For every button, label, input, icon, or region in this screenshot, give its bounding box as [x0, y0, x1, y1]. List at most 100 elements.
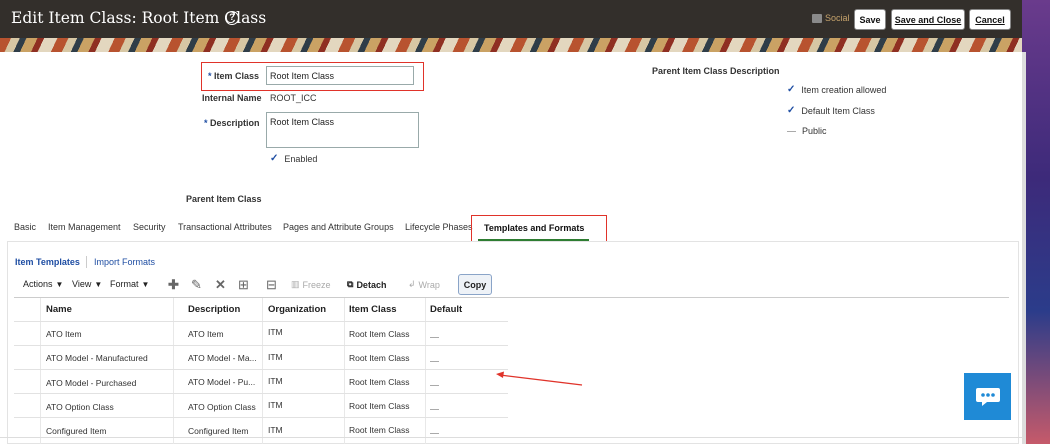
enabled-label: Enabled [284, 153, 318, 164]
table-cell-item-class: Root Item Class [349, 329, 410, 339]
description-label: * Description [204, 118, 260, 128]
table-cell-organization: ITM [268, 352, 283, 362]
table-cell-description: ATO Option Class [188, 402, 256, 412]
save-button[interactable]: Save [854, 9, 886, 30]
default-item-class-option: ✓ Default Item Class [787, 105, 875, 116]
column-header-item-class[interactable]: Item Class [349, 304, 397, 315]
row-divider [14, 345, 508, 346]
column-header-name[interactable]: Name [46, 304, 72, 315]
wrap-icon: ↲ [408, 279, 416, 289]
item-creation-allowed-option: ✓ Item creation allowed [787, 84, 886, 95]
save-and-close-label: Save and Close [894, 14, 962, 25]
query-icon[interactable]: ⊞ [238, 277, 249, 293]
table-cell-organization: ITM [268, 376, 283, 386]
column-divider [425, 298, 426, 444]
public-option: Public [787, 126, 827, 136]
table-cell-default [430, 380, 439, 390]
tab-pages-and-attribute-groups[interactable]: Pages and Attribute Groups [283, 222, 394, 232]
social-icon [812, 13, 822, 23]
detach-button[interactable]: ⧉ Detach [347, 279, 386, 290]
column-divider [40, 298, 41, 444]
dash-icon [430, 337, 439, 339]
annotation-arrow-icon [496, 371, 583, 386]
table-cell-name[interactable]: Configured Item [46, 426, 106, 436]
help-icon[interactable]: ? [225, 11, 239, 25]
check-icon: ✓ [787, 105, 796, 116]
tab-transactional-attributes[interactable]: Transactional Attributes [178, 222, 272, 232]
dash-icon [430, 361, 439, 363]
dash-icon [430, 433, 439, 435]
freeze-label: Freeze [302, 279, 331, 290]
table-cell-default [430, 404, 439, 414]
row-divider [14, 321, 508, 322]
enabled-checkbox[interactable]: ✓ Enabled [270, 153, 317, 164]
dash-icon [430, 385, 439, 387]
edit-icon[interactable]: ✎ [191, 277, 202, 293]
check-icon: ✓ [787, 84, 796, 95]
dash-icon [430, 409, 439, 411]
actions-menu[interactable]: Actions ▼ [23, 279, 63, 289]
add-icon[interactable]: ✚ [168, 277, 179, 293]
caret-down-icon: ▼ [94, 279, 103, 289]
table-cell-default [430, 332, 439, 342]
required-marker: * [204, 118, 208, 128]
tab-lifecycle-phases[interactable]: Lifecycle Phases [405, 222, 473, 232]
option-label: Item creation allowed [801, 84, 887, 95]
detach-label: Detach [356, 279, 387, 290]
title-bar: Edit Item Class: Root Item Class ? Socia… [0, 0, 1022, 38]
social-link[interactable]: Social [812, 13, 850, 23]
column-divider [173, 298, 174, 444]
table-cell-name[interactable]: ATO Model - Manufactured [46, 353, 148, 363]
table-cell-name[interactable]: ATO Option Class [46, 402, 114, 412]
table-cell-organization: ITM [268, 400, 283, 410]
wrap-label: Wrap [418, 279, 440, 290]
chat-button[interactable] [964, 373, 1011, 420]
internal-name-label: Internal Name [202, 93, 262, 103]
table-cell-organization: ITM [268, 327, 283, 337]
tab-basic[interactable]: Basic [14, 222, 36, 232]
copy-button[interactable]: Copy [458, 274, 492, 295]
row-divider [14, 369, 508, 370]
caret-down-icon: ▼ [141, 279, 150, 289]
freeze-button[interactable]: ▥ Freeze [291, 279, 331, 290]
tab-security[interactable]: Security [133, 222, 166, 232]
table-cell-item-class: Root Item Class [349, 425, 410, 435]
cancel-button[interactable]: Cancel [969, 9, 1011, 30]
table-cell-description: ATO Model - Ma... [188, 353, 257, 363]
caret-down-icon: ▼ [55, 279, 64, 289]
dash-icon [787, 130, 796, 132]
column-header-description[interactable]: Description [188, 304, 240, 315]
subtab-import-formats[interactable]: Import Formats [94, 257, 155, 267]
vertical-scrollbar[interactable] [1022, 52, 1026, 444]
table-top-border [14, 297, 1009, 298]
format-menu[interactable]: Format ▼ [110, 279, 149, 289]
view-menu[interactable]: View ▼ [72, 279, 102, 289]
description-textarea[interactable]: Root Item Class [266, 112, 419, 148]
table-cell-name[interactable]: ATO Model - Purchased [46, 378, 136, 388]
column-header-organization[interactable]: Organization [268, 304, 326, 315]
item-class-input[interactable]: Root Item Class [266, 66, 414, 85]
row-divider [14, 417, 508, 418]
chat-bubble-icon [975, 387, 1000, 406]
tab-item-management[interactable]: Item Management [48, 222, 121, 232]
format-label: Format [110, 279, 139, 289]
description-label-text: Description [210, 118, 260, 128]
item-class-label: * Item Class [208, 71, 259, 81]
export-icon[interactable]: ⊟ [266, 277, 277, 293]
freeze-icon: ▥ [291, 279, 300, 289]
table-cell-description: Configured Item [188, 426, 249, 436]
column-header-default[interactable]: Default [430, 304, 462, 315]
subtab-item-templates[interactable]: Item Templates [15, 257, 80, 267]
parent-item-class-description-label: Parent Item Class Description [652, 66, 780, 76]
internal-name-value: ROOT_ICC [270, 93, 317, 103]
delete-icon[interactable]: ✕ [215, 277, 226, 293]
subtab-separator [86, 256, 87, 268]
table-cell-item-class: Root Item Class [349, 353, 410, 363]
table-cell-organization: ITM [268, 425, 283, 435]
table-cell-item-class: Root Item Class [349, 401, 410, 411]
save-and-close-button[interactable]: Save and Close [891, 9, 965, 30]
app-window: Edit Item Class: Root Item Class ? Socia… [0, 0, 1022, 444]
table-cell-default [430, 356, 439, 366]
table-cell-name[interactable]: ATO Item [46, 329, 82, 339]
wrap-button[interactable]: ↲ Wrap [408, 279, 440, 290]
